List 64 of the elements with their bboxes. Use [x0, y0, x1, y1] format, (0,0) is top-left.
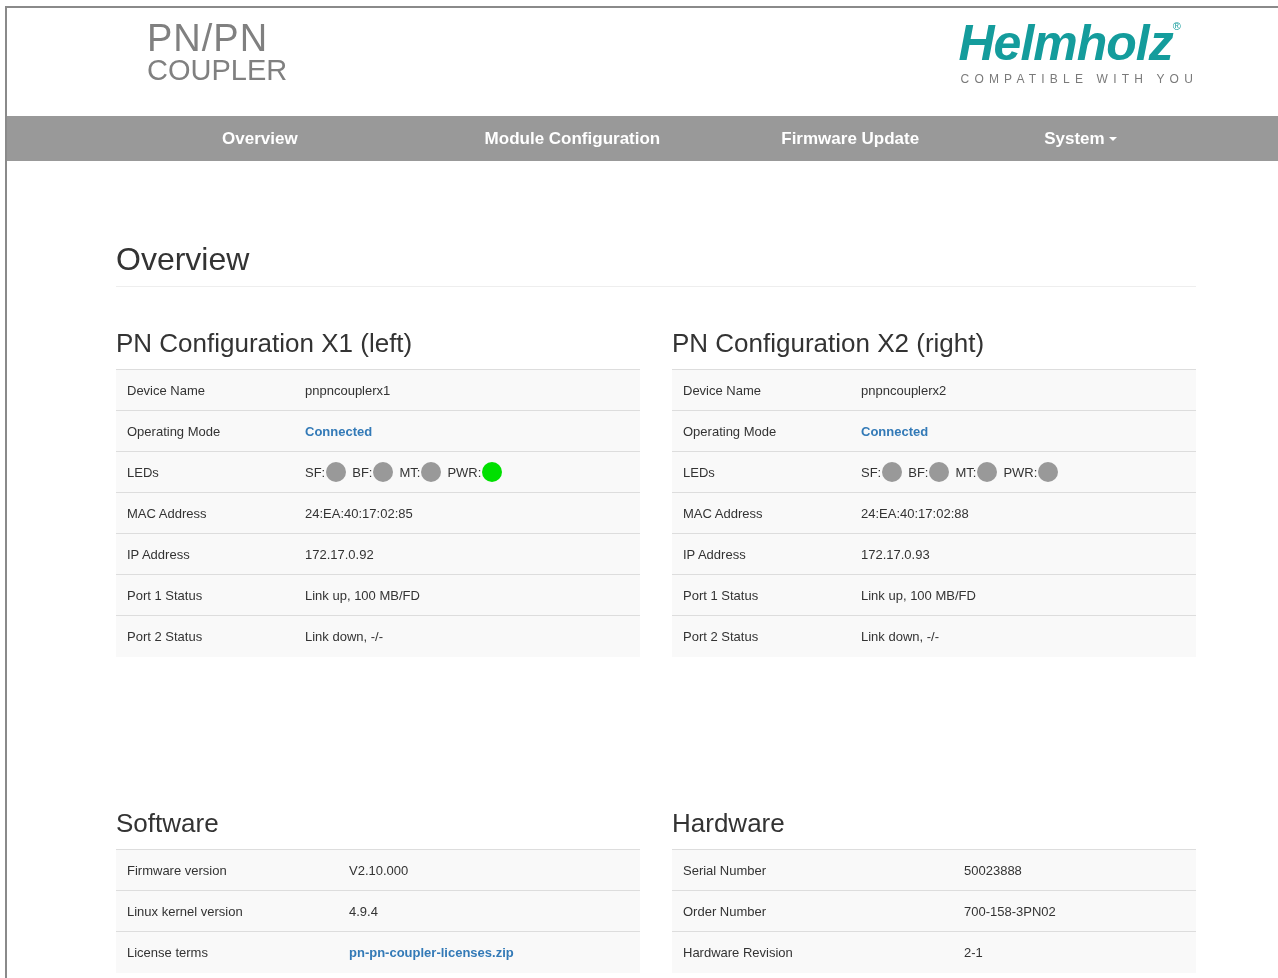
row-label: Firmware version — [126, 862, 228, 878]
row-label: Linux kernel version — [126, 903, 244, 919]
section-title: Hardware — [672, 807, 786, 839]
row-value: 4.9.4 — [349, 903, 379, 919]
led-label: BF: — [908, 464, 929, 480]
row-label: Hardware Revision — [682, 945, 794, 960]
brand-tagline: COMPATIBLE WITH YOU — [960, 72, 1198, 86]
led-label: MT: — [955, 464, 977, 480]
led-label: SF: — [305, 464, 326, 480]
section-title: PN Configuration X1 (left) — [116, 327, 414, 359]
row-value: V2.10.000 — [349, 862, 410, 878]
row-value: pnpncouplerx1 — [305, 382, 392, 398]
led-label: PWR: — [447, 464, 482, 480]
row-label: IP Address — [682, 546, 747, 562]
row-value: 2-1 — [964, 945, 984, 960]
row-label: Serial Number — [682, 862, 768, 878]
row-label: Port 2 Status — [126, 629, 204, 644]
row-label: License terms — [126, 945, 209, 960]
row-value: Link up, 100 MB/FD — [861, 587, 977, 603]
row-value: 700-158-3PN02 — [964, 903, 1057, 919]
nav-link[interactable]: Firmware Update — [765, 116, 936, 161]
nav-link-label: Overview — [222, 128, 298, 149]
row-value: pnpncouplerx2 — [861, 382, 948, 398]
row-value: Link down, -/- — [861, 629, 941, 644]
row-value: 24:EA:40:17:02:88 — [861, 505, 970, 521]
row-label: MAC Address — [682, 505, 764, 521]
row-label: Order Number — [682, 903, 768, 919]
row-label: Device Name — [682, 382, 763, 398]
led-label: MT: — [399, 464, 421, 480]
logo-text: COUPLER — [147, 56, 288, 84]
row-value: 24:EA:40:17:02:85 — [305, 505, 414, 521]
led-label: BF: — [352, 464, 373, 480]
nav-link[interactable]: System — [1028, 116, 1133, 161]
nav-link[interactable]: Overview — [206, 116, 314, 161]
led-label: PWR: — [1003, 464, 1038, 480]
row-value: 50023888 — [964, 862, 1023, 878]
row-label: Port 1 Status — [126, 587, 204, 603]
led-label: SF: — [861, 464, 882, 480]
section-title: PN Configuration X2 (right) — [672, 327, 986, 359]
row-label: Operating Mode — [126, 423, 222, 439]
section-title: Software — [116, 807, 220, 839]
nav-link-label: Module Configuration — [484, 128, 661, 149]
row-label: LEDs — [126, 464, 160, 480]
row-value: 172.17.0.93 — [861, 546, 931, 562]
value-link[interactable]: pn-pn-coupler-licenses.zip — [349, 945, 514, 960]
value-link[interactable]: Connected — [861, 423, 929, 439]
row-value: 172.17.0.92 — [305, 546, 375, 562]
registered-mark: ® — [1172, 20, 1181, 32]
brand-logo: Helmholz — [958, 18, 1173, 68]
row-label: Operating Mode — [682, 423, 778, 439]
value-link[interactable]: Connected — [305, 423, 373, 439]
row-value: Link down, -/- — [305, 629, 385, 644]
row-label: Port 2 Status — [682, 629, 760, 644]
page-title: Overview — [116, 241, 1196, 287]
row-value: Link up, 100 MB/FD — [305, 587, 421, 603]
row-label: MAC Address — [126, 505, 208, 521]
nav-link-label: Firmware Update — [781, 128, 920, 149]
logo-text: PN/PN — [147, 20, 269, 56]
row-label: LEDs — [682, 464, 716, 480]
row-label: Port 1 Status — [682, 587, 760, 603]
nav-link-label: System — [1044, 128, 1105, 149]
row-label: IP Address — [126, 546, 191, 562]
nav-link[interactable]: Module Configuration — [468, 116, 677, 161]
row-label: Device Name — [126, 382, 207, 398]
